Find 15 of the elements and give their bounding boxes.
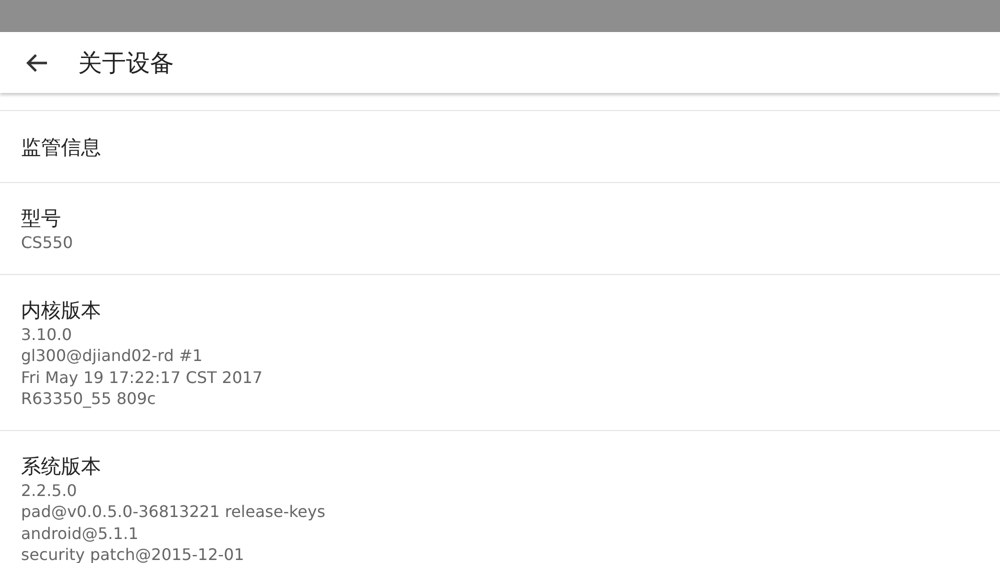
item-value: security patch@2015-12-01 — [21, 544, 246, 563]
item-value: R63350_55 809c — [21, 388, 157, 410]
back-arrow-icon — [26, 52, 48, 72]
screen-title: 关于设备 — [78, 48, 174, 78]
item-value: 3.10.0 — [21, 324, 73, 345]
item-value: Fri May 19 17:22:17 CST 2017 — [21, 366, 264, 388]
item-title: 内核版本 — [21, 296, 102, 324]
item-value: 2.2.5.0 — [21, 480, 78, 501]
item-title: 系统版本 — [21, 452, 102, 480]
item-value: android@5.1.1 — [21, 522, 140, 544]
item-value: gl300@djiand02-rd #1 — [21, 345, 204, 366]
item-value: CS550 — [21, 232, 74, 254]
item-title: 监管信息 — [21, 134, 102, 161]
item-value: pad@v0.0.5.0-36813221 release-keys — [21, 501, 326, 522]
item-title: 型号 — [21, 205, 62, 232]
